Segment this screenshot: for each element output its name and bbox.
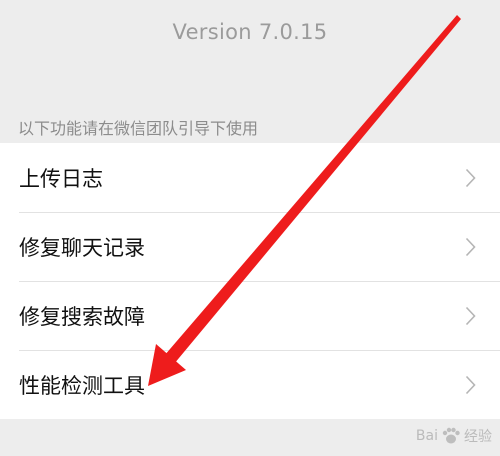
menu-item-repair-chat-history[interactable]: 修复聊天记录 — [0, 212, 500, 281]
tools-menu: 上传日志 修复聊天记录 修复搜索故障 性能检测工具 — [0, 143, 500, 419]
menu-item-label: 修复聊天记录 — [19, 235, 145, 260]
version-label: Version 7.0.15 — [172, 20, 328, 44]
menu-item-label: 上传日志 — [19, 166, 103, 191]
watermark: Bai 经验 — [416, 426, 492, 446]
menu-item-label: 修复搜索故障 — [19, 304, 145, 329]
menu-item-label: 性能检测工具 — [19, 373, 145, 398]
chevron-right-icon — [465, 168, 476, 187]
watermark-text: Bai — [415, 428, 438, 444]
section-hint: 以下功能请在微信团队引导下使用 — [18, 119, 259, 138]
chevron-right-icon — [465, 237, 476, 256]
menu-item-upload-log[interactable]: 上传日志 — [0, 143, 500, 212]
chevron-right-icon — [465, 375, 476, 394]
menu-item-repair-search[interactable]: 修复搜索故障 — [0, 281, 500, 350]
paw-logo-icon — [442, 427, 460, 444]
watermark-text-2: 经验 — [464, 429, 492, 445]
chevron-right-icon — [465, 306, 476, 325]
menu-item-performance-tool[interactable]: 性能检测工具 — [0, 350, 500, 419]
